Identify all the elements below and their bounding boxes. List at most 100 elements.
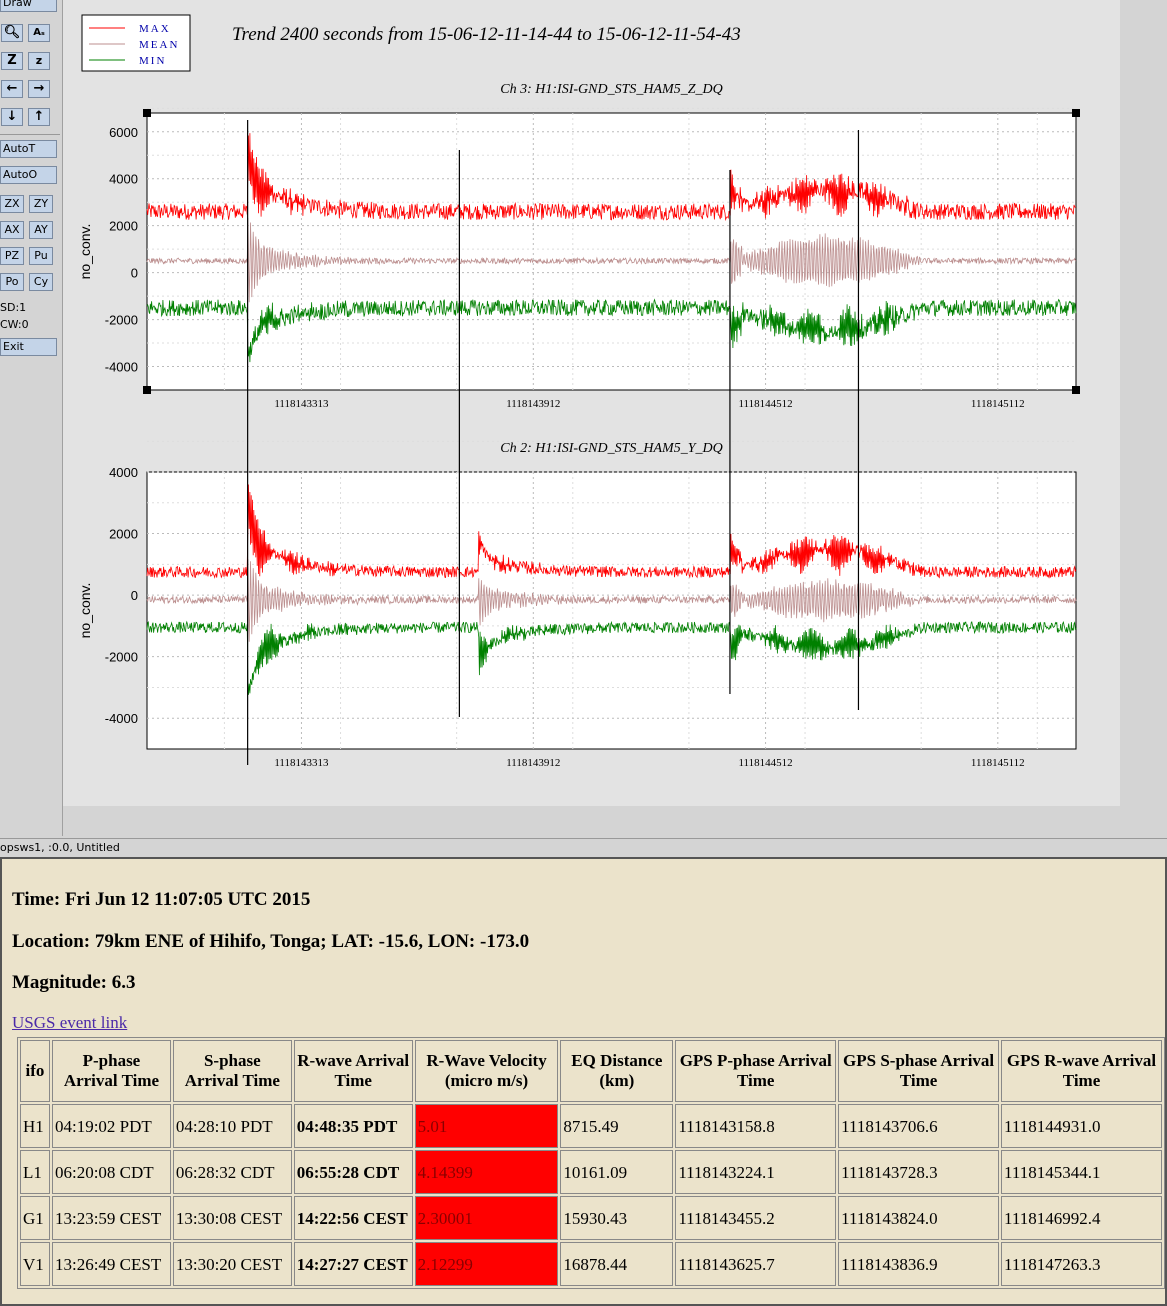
legend-label-max: MAX: [139, 23, 171, 35]
legend-box: MAX MEAN MIN: [81, 14, 191, 72]
table-cell: 04:19:02 PDT: [51, 1104, 171, 1148]
table-cell: 04:48:35 PDT: [293, 1104, 413, 1148]
table-row: L1 06:20:08 CDT 06:28:32 CDT 06:55:28 CDT 4.…: [20, 1150, 1162, 1194]
y-tick-label: 0: [131, 266, 138, 281]
autoo-button[interactable]: AutoO: [0, 166, 57, 184]
table-header-row: ifo P-phase Arrival Time S-phase Arrival T…: [20, 1040, 1162, 1102]
col-header: GPS S-phase Arrival Time: [838, 1040, 1000, 1102]
plot-canvas[interactable]: MAX MEAN MIN Trend 2400 seconds from 15-…: [63, 0, 1120, 806]
x-tick-label: 1118144512: [738, 757, 792, 769]
chart-title: Ch 3: H1:ISI-GND_STS_HAM5_Z_DQ: [500, 82, 722, 97]
table-cell: 06:28:32 CDT: [172, 1150, 292, 1194]
zx-button[interactable]: ZX: [0, 195, 24, 213]
col-header: ifo: [20, 1040, 50, 1102]
cy-button[interactable]: Cy: [29, 273, 53, 291]
table-cell: 1118147263.3: [1001, 1242, 1162, 1286]
zy-button[interactable]: ZY: [29, 195, 53, 213]
table-cell: 1118143224.1: [675, 1150, 837, 1194]
table-cell: 1118143836.9: [838, 1242, 1000, 1286]
arrival-table: ifo P-phase Arrival Time S-phase Arrival T…: [17, 1037, 1165, 1289]
trend-title: Trend 2400 seconds from 15-06-12-11-14-4…: [232, 24, 741, 45]
pu-button[interactable]: Pu: [29, 247, 53, 265]
eq-location: Location: 79km ENE of Hihifo, Tonga; LAT…: [12, 931, 530, 952]
arrow-left-icon[interactable]: ←: [1, 80, 23, 98]
x-tick-label: 1118143912: [506, 757, 560, 769]
pz-button[interactable]: PZ: [0, 247, 24, 265]
col-header: P-phase Arrival Time: [51, 1040, 171, 1102]
chart-title: Ch 2: H1:ISI-GND_STS_HAM5_Y_DQ: [500, 441, 722, 456]
table-cell: 4.14399: [414, 1150, 559, 1194]
table-cell: 16878.44: [560, 1242, 674, 1286]
table-cell: 1118143824.0: [838, 1196, 1000, 1240]
zoom-out-z-icon[interactable]: z: [28, 52, 50, 70]
x-tick-label: 1118144512: [738, 398, 792, 410]
sd-label: SD:1: [0, 301, 27, 314]
po-button[interactable]: Po: [0, 273, 24, 291]
zoom-icon[interactable]: 🔍︎: [1, 24, 23, 42]
status-bar: opsws1, :0.0, Untitled: [0, 838, 1167, 857]
x-tick-label: 1118143313: [274, 757, 329, 769]
table-cell: 5.01: [414, 1104, 559, 1148]
y-tick-label: 4000: [109, 465, 138, 480]
col-header: GPS R-wave Arrival Time: [1001, 1040, 1162, 1102]
exit-button[interactable]: Exit: [0, 338, 57, 356]
toolbar-divider: [0, 134, 60, 135]
axis-scale-icon[interactable]: Aₛ: [28, 24, 50, 42]
autot-button[interactable]: AutoT: [0, 140, 57, 158]
table-cell: 10161.09: [560, 1150, 674, 1194]
table-row: H1 04:19:02 PDT 04:28:10 PDT 04:48:35 PDT 5.…: [20, 1104, 1162, 1148]
usgs-event-link[interactable]: USGS event link: [12, 1013, 127, 1033]
y-tick-label: 6000: [109, 125, 138, 140]
y-axis-label: no_conv.: [77, 224, 93, 280]
eq-magnitude: Magnitude: 6.3: [12, 972, 136, 993]
plot-frame: [146, 112, 1077, 391]
table-row: V1 13:26:49 CEST 13:30:20 CEST 14:27:27 CES…: [20, 1242, 1162, 1286]
arrow-down-icon[interactable]: ↓: [1, 108, 23, 126]
col-header: S-phase Arrival Time: [172, 1040, 292, 1102]
plot-frame: [146, 471, 1077, 750]
zoom-in-z-icon[interactable]: Z: [1, 52, 23, 70]
table-cell: 06:55:28 CDT: [293, 1150, 413, 1194]
table-cell: 04:28:10 PDT: [172, 1104, 292, 1148]
eq-time: Time: Fri Jun 12 11:07:05 UTC 2015: [12, 889, 311, 910]
table-cell: 1118143455.2: [675, 1196, 837, 1240]
table-cell: 1118143158.8: [675, 1104, 837, 1148]
x-tick-label: 1118145112: [971, 757, 1025, 769]
y-tick-label: 4000: [109, 172, 138, 187]
table-cell: 13:30:08 CEST: [172, 1196, 292, 1240]
toolbar: Draw 🔍︎ Aₛ Z z ← → ↓ ↑ AutoT AutoO ZX ZY…: [0, 0, 63, 836]
selection-handle: [1072, 109, 1080, 117]
table-body: H1 04:19:02 PDT 04:28:10 PDT 04:48:35 PDT 5.…: [20, 1104, 1162, 1286]
ax-button[interactable]: AX: [0, 221, 24, 239]
y-tick-label: -4000: [105, 360, 138, 375]
table-cell: 1118145344.1: [1001, 1150, 1162, 1194]
col-header: R-Wave Velocity (micro m/s): [414, 1040, 559, 1102]
table-cell: 15930.43: [560, 1196, 674, 1240]
y-tick-label: 2000: [109, 527, 138, 542]
x-tick-label: 1118143912: [506, 398, 560, 410]
table-cell: 2.30001: [414, 1196, 559, 1240]
table-cell: 13:23:59 CEST: [51, 1196, 171, 1240]
table-cell: V1: [20, 1242, 50, 1286]
table-cell: 13:26:49 CEST: [51, 1242, 171, 1286]
x-tick-label: 1118145112: [971, 398, 1025, 410]
col-header: R-wave Arrival Time: [293, 1040, 413, 1102]
table-cell: 2.12299: [414, 1242, 559, 1286]
table-cell: 1118146992.4: [1001, 1196, 1162, 1240]
arrow-up-icon[interactable]: ↑: [28, 108, 50, 126]
plot-area[interactable]: MAX MEAN MIN Trend 2400 seconds from 15-…: [63, 0, 1120, 806]
draw-button[interactable]: Draw: [0, 0, 57, 12]
table-cell: 14:22:56 CEST: [293, 1196, 413, 1240]
arrow-right-icon[interactable]: →: [28, 80, 50, 98]
table-cell: 13:30:20 CEST: [172, 1242, 292, 1286]
selection-handle: [1072, 386, 1080, 394]
table-cell: 8715.49: [560, 1104, 674, 1148]
table-cell: 1118143625.7: [675, 1242, 837, 1286]
table-cell: 1118143706.6: [838, 1104, 1000, 1148]
legend-label-mean: MEAN: [139, 39, 179, 51]
selection-handle: [143, 386, 151, 394]
y-tick-label: 2000: [109, 219, 138, 234]
legend-label-min: MIN: [139, 55, 166, 67]
ay-button[interactable]: AY: [29, 221, 53, 239]
table-row: G1 13:23:59 CEST 13:30:08 CEST 14:22:56 CES…: [20, 1196, 1162, 1240]
